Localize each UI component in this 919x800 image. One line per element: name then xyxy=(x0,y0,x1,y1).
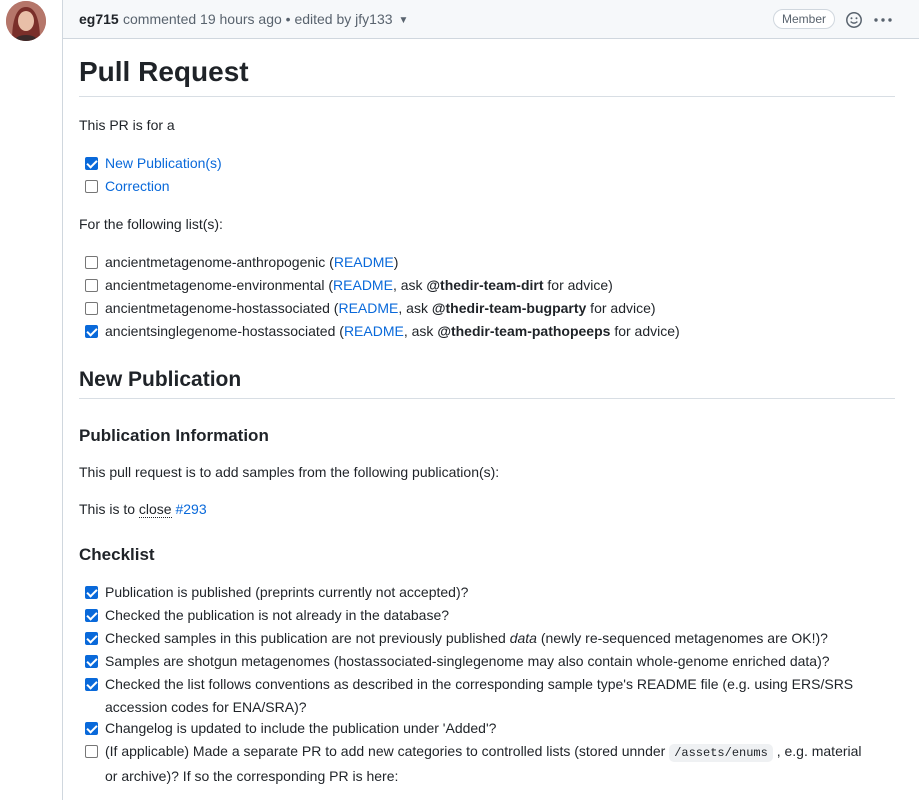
smiley-icon[interactable] xyxy=(845,11,863,29)
checkbox[interactable] xyxy=(85,279,98,292)
team-mention[interactable]: @thedir-team-pathopeeps xyxy=(437,323,610,339)
task-new-publication: New Publication(s) xyxy=(85,155,222,171)
kebab-horizontal-icon[interactable] xyxy=(873,11,893,29)
comment-header: eg715 commented 19 hours ago • edited by… xyxy=(63,0,919,39)
text-part: (newly re-sequenced metagenomes are OK!)… xyxy=(536,630,828,646)
checklist-item: Changelog is updated to include the publ… xyxy=(85,720,496,736)
checkbox[interactable] xyxy=(85,678,98,691)
comment-meta[interactable]: commented 19 hours ago • edited by jfy13… xyxy=(123,11,408,27)
member-badge: Member xyxy=(773,9,836,29)
chevron-down-icon[interactable]: ▼ xyxy=(399,15,409,26)
checkbox[interactable] xyxy=(85,325,98,338)
list-item: ancientmetagenome-environmental (README,… xyxy=(105,277,613,293)
checkbox[interactable] xyxy=(85,609,98,622)
checklist-text: Samples are shotgun metagenomes (hostass… xyxy=(105,653,830,669)
comment-meta-text: commented 19 hours ago • edited by jfy13… xyxy=(123,11,393,27)
checklist-text: Checked the publication is not already i… xyxy=(105,607,450,623)
readme-link[interactable]: README xyxy=(344,323,404,339)
close-prefix: This is to xyxy=(79,501,139,517)
intro-text: This PR is for a xyxy=(79,117,175,133)
ask-text: , ask xyxy=(403,323,438,339)
comment-box: eg715 commented 19 hours ago • edited by… xyxy=(62,0,919,800)
checkbox[interactable] xyxy=(85,632,98,645)
checklist-text: Checked samples in this publication are … xyxy=(105,630,828,646)
page-title: Pull Request xyxy=(79,56,895,97)
close-keyword[interactable]: close xyxy=(138,501,172,518)
checklist-text: Changelog is updated to include the publ… xyxy=(105,720,497,736)
checkbox[interactable] xyxy=(85,180,98,193)
checklist-item: Publication is published (preprints curr… xyxy=(85,584,468,600)
list-name: ancientmetagenome-anthropogenic xyxy=(105,254,326,270)
readme-link[interactable]: README xyxy=(334,254,394,270)
publication-info-text: This pull request is to add samples from… xyxy=(79,464,500,480)
list-item: ancientsinglegenome-hostassociated (READ… xyxy=(105,323,680,339)
text-part: Checked samples in this publication are … xyxy=(105,630,510,646)
checklist-item: (If applicable) Made a separate PR to ad… xyxy=(85,740,875,788)
code-path: /assets/enums xyxy=(669,744,773,762)
advice-text: for advice) xyxy=(543,277,613,293)
team-mention[interactable]: @thedir-team-dirt xyxy=(426,277,543,293)
checkbox[interactable] xyxy=(85,157,98,170)
checklist-item: Checked samples in this publication are … xyxy=(85,630,828,646)
task-list-environmental: ancientmetagenome-environmental (README,… xyxy=(85,277,613,293)
checklist-text: (If applicable) Made a separate PR to ad… xyxy=(105,740,875,788)
issue-link[interactable]: #293 xyxy=(175,501,206,517)
checkbox[interactable] xyxy=(85,586,98,599)
advice-text: for advice) xyxy=(610,323,680,339)
ask-text: , ask xyxy=(392,277,427,293)
checklist-text: Checked the list follows conventions as … xyxy=(105,676,854,715)
text-part: (If applicable) Made a separate PR to ad… xyxy=(105,743,670,759)
correction-link[interactable]: Correction xyxy=(105,178,170,194)
checklist-text: Publication is published (preprints curr… xyxy=(105,584,469,600)
emphasis-text: data xyxy=(509,630,537,646)
close-issue-text: This is to close #293 xyxy=(79,501,207,518)
task-list-anthropogenic: ancientmetagenome-anthropogenic (README) xyxy=(85,254,398,270)
new-publication-link[interactable]: New Publication(s) xyxy=(105,155,222,171)
checklist-item: Checked the list follows conventions as … xyxy=(85,673,875,719)
checkbox[interactable] xyxy=(85,302,98,315)
checkbox[interactable] xyxy=(85,745,98,758)
advice-text: for advice) xyxy=(586,300,656,316)
list-item: ancientmetagenome-hostassociated (README… xyxy=(105,300,656,316)
task-correction: Correction xyxy=(85,178,170,194)
task-list-singlegenome: ancientsinglegenome-hostassociated (READ… xyxy=(85,323,680,339)
task-list-hostassociated: ancientmetagenome-hostassociated (README… xyxy=(85,300,656,316)
list-item: ancientmetagenome-anthropogenic (README) xyxy=(105,254,399,270)
lists-intro-text: For the following list(s): xyxy=(79,216,223,232)
list-name: ancientsinglegenome-hostassociated xyxy=(105,323,336,339)
ask-text: , ask xyxy=(398,300,432,316)
team-mention[interactable]: @thedir-team-bugparty xyxy=(432,300,586,316)
checkbox[interactable] xyxy=(85,722,98,735)
checkbox[interactable] xyxy=(85,655,98,668)
readme-link[interactable]: README xyxy=(338,300,398,316)
readme-link[interactable]: README xyxy=(333,277,393,293)
avatar[interactable] xyxy=(6,1,46,41)
publication-info-heading: Publication Information xyxy=(79,426,269,445)
new-publication-heading: New Publication xyxy=(79,368,895,399)
author-link[interactable]: eg715 xyxy=(79,11,119,27)
checklist-item: Samples are shotgun metagenomes (hostass… xyxy=(85,653,830,669)
checklist-heading: Checklist xyxy=(79,545,155,564)
list-name: ancientmetagenome-hostassociated xyxy=(105,300,330,316)
checkbox[interactable] xyxy=(85,256,98,269)
checklist-item: Checked the publication is not already i… xyxy=(85,607,449,623)
list-name: ancientmetagenome-environmental xyxy=(105,277,325,293)
